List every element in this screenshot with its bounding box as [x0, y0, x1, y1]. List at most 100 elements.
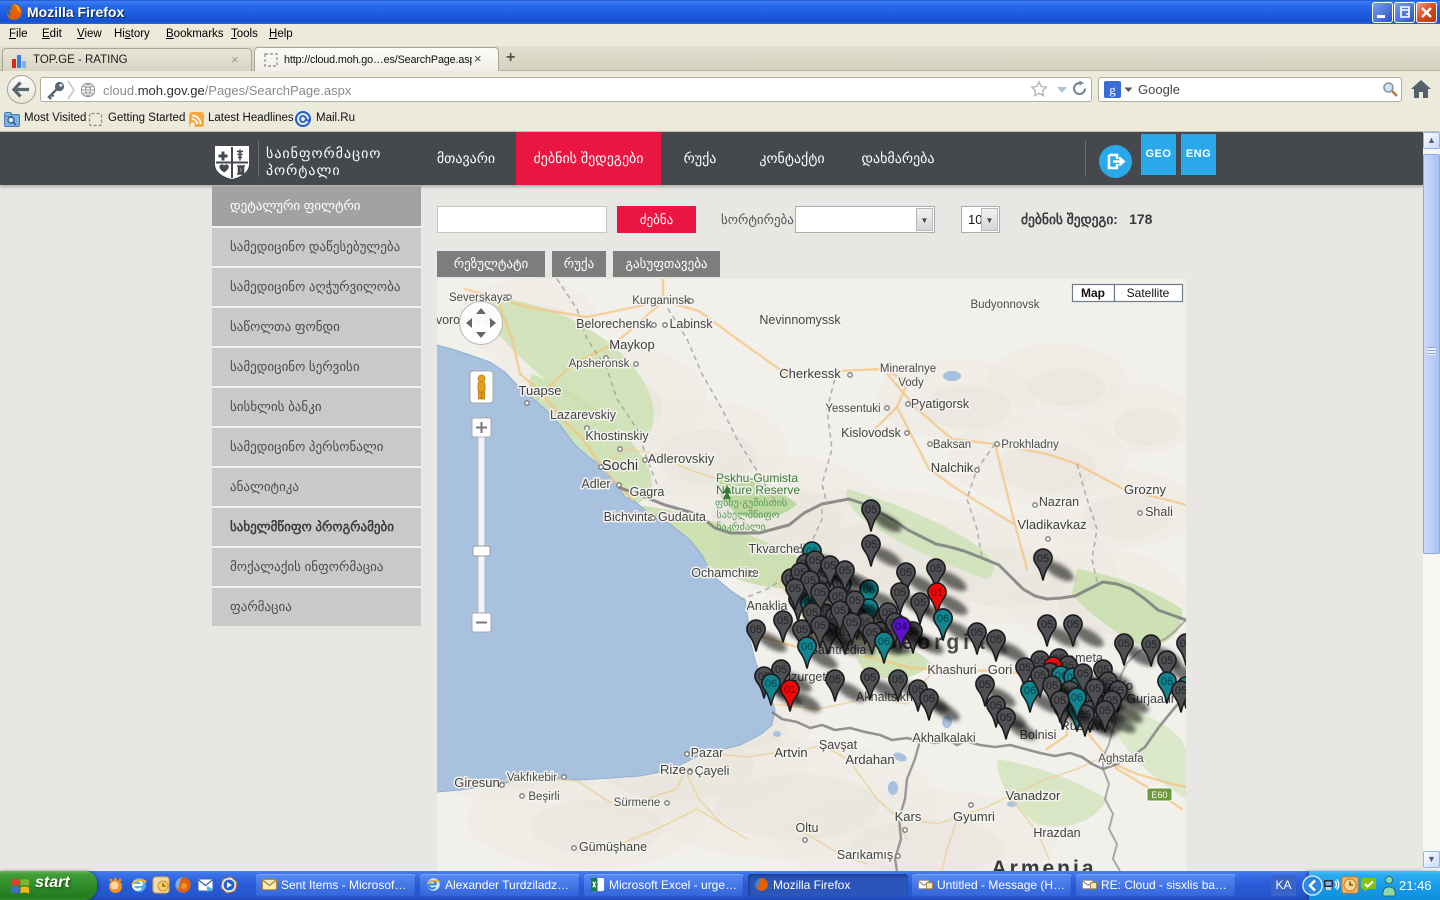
svg-text:05: 05	[1118, 638, 1130, 650]
svg-text:Akhalkalaki: Akhalkalaki	[912, 731, 975, 745]
svg-text:Maykop: Maykop	[609, 337, 655, 352]
svg-text:05: 05	[1037, 553, 1049, 565]
svg-text:05: 05	[1077, 668, 1089, 680]
svg-text:Tuapse: Tuapse	[519, 383, 562, 398]
svg-text:Gudauta: Gudauta	[658, 510, 706, 524]
svg-text:05: 05	[750, 624, 762, 636]
svg-text:05: 05	[923, 693, 935, 705]
svg-text:Giresun: Giresun	[454, 775, 500, 790]
svg-text:05: 05	[1067, 619, 1079, 631]
svg-text:Gümüşhane: Gümüşhane	[579, 840, 647, 854]
svg-text:06: 06	[765, 678, 777, 690]
svg-text:05: 05	[971, 627, 983, 639]
svg-text:05: 05	[775, 664, 787, 676]
svg-text:Satellite: Satellite	[1127, 286, 1170, 300]
svg-text:Vody: Vody	[898, 377, 924, 389]
svg-text:Khostinskiy: Khostinskiy	[585, 429, 649, 443]
svg-text:Oltu: Oltu	[796, 821, 819, 835]
svg-text:05: 05	[894, 587, 906, 599]
svg-text:05: 05	[1145, 639, 1157, 651]
svg-text:05: 05	[814, 620, 826, 632]
svg-text:Şavşat: Şavşat	[819, 738, 858, 752]
svg-text:06: 06	[1071, 692, 1083, 704]
svg-text:Ochamchire: Ochamchire	[691, 566, 758, 580]
svg-text:Nazran: Nazran	[1039, 495, 1079, 509]
svg-text:Gyumri: Gyumri	[953, 809, 995, 824]
svg-text:05: 05	[1041, 619, 1053, 631]
svg-text:05: 05	[1054, 695, 1066, 707]
svg-text:05: 05	[814, 587, 826, 599]
svg-text:Bichvinta: Bichvinta	[604, 510, 655, 524]
svg-text:Pyatigorsk: Pyatigorsk	[911, 397, 970, 411]
svg-text:05: 05	[865, 539, 877, 551]
svg-text:01: 01	[931, 587, 943, 599]
svg-text:05: 05	[1180, 638, 1186, 650]
svg-text:Lazarevskiy: Lazarevskiy	[550, 408, 617, 422]
svg-text:Çayeli: Çayeli	[695, 764, 730, 778]
svg-text:Kurganinsk: Kurganinsk	[632, 295, 690, 307]
svg-text:05: 05	[1161, 655, 1173, 667]
svg-text:05: 05	[930, 563, 942, 575]
svg-text:Baksan: Baksan	[933, 439, 971, 451]
svg-text:06: 06	[1161, 676, 1173, 688]
svg-text:Map: Map	[1081, 286, 1105, 300]
svg-text:Budyonnovsk: Budyonnovsk	[970, 299, 1039, 311]
svg-text:Vanadzor: Vanadzor	[1006, 788, 1061, 803]
svg-text:Rize: Rize	[660, 762, 686, 777]
svg-text:Tkvarcheli: Tkvarcheli	[749, 542, 806, 556]
svg-text:05: 05	[979, 679, 991, 691]
svg-text:E60: E60	[1151, 790, 1167, 800]
svg-text:Adlerovskiy: Adlerovskiy	[648, 451, 715, 466]
svg-text:05: 05	[846, 617, 858, 629]
svg-text:Gori: Gori	[988, 662, 1013, 677]
svg-text:Kislovodsk: Kislovodsk	[841, 426, 901, 440]
svg-text:Sochi: Sochi	[602, 458, 638, 474]
svg-text:05: 05	[824, 560, 836, 572]
svg-text:Nalchik: Nalchik	[931, 460, 974, 475]
svg-text:04: 04	[895, 621, 907, 633]
svg-text:05: 05	[777, 615, 789, 627]
svg-text:05: 05	[796, 624, 808, 636]
svg-text:06: 06	[878, 636, 890, 648]
svg-text:Pazar: Pazar	[691, 746, 724, 760]
svg-text:Sürmene: Sürmene	[614, 797, 661, 809]
svg-text:Beşirli: Beşirli	[528, 791, 559, 803]
svg-text:სახელმწიფო: სახელმწიფო	[717, 509, 780, 521]
svg-text:Adler: Adler	[581, 477, 610, 491]
svg-text:05: 05	[900, 567, 912, 579]
svg-text:Belorechensk: Belorechensk	[576, 317, 652, 331]
svg-text:05: 05	[1175, 685, 1186, 697]
svg-text:Khashuri: Khashuri	[927, 663, 976, 677]
svg-text:05: 05	[990, 634, 1002, 646]
svg-text:05: 05	[865, 504, 877, 516]
svg-text:05: 05	[849, 595, 861, 607]
svg-text:05: 05	[829, 674, 841, 686]
svg-text:06: 06	[937, 613, 949, 625]
svg-text:05: 05	[864, 672, 876, 684]
svg-text:Nevinnomyssk: Nevinnomyssk	[759, 313, 841, 327]
svg-text:05: 05	[789, 583, 801, 595]
svg-text:05: 05	[892, 674, 904, 686]
svg-text:05: 05	[809, 555, 821, 567]
svg-text:Apsheronsk: Apsheronsk	[569, 358, 630, 370]
svg-text:05: 05	[1019, 662, 1031, 674]
svg-text:Hrazdan: Hrazdan	[1033, 826, 1080, 840]
svg-text:Aghstafa: Aghstafa	[1098, 753, 1144, 765]
svg-text:Vladikavkaz: Vladikavkaz	[1017, 517, 1086, 532]
svg-text:Yessentuki: Yessentuki	[825, 403, 880, 415]
svg-text:05: 05	[839, 565, 851, 577]
svg-text:05: 05	[1099, 705, 1111, 717]
svg-text:Gagra: Gagra	[630, 485, 665, 499]
svg-text:05: 05	[914, 597, 926, 609]
svg-text:05: 05	[1046, 680, 1058, 692]
svg-text:Labinsk: Labinsk	[669, 317, 713, 331]
svg-text:Vakfıkebir: Vakfıkebir	[507, 772, 557, 784]
svg-text:05: 05	[1089, 683, 1101, 695]
svg-text:Armenia: Armenia	[991, 857, 1096, 871]
svg-text:Shali: Shali	[1145, 505, 1173, 519]
svg-text:01: 01	[784, 684, 796, 696]
svg-text:05: 05	[1000, 712, 1012, 724]
svg-text:Prokhladny: Prokhladny	[1001, 439, 1059, 451]
svg-text:05: 05	[834, 605, 846, 617]
svg-text:06: 06	[801, 641, 813, 653]
